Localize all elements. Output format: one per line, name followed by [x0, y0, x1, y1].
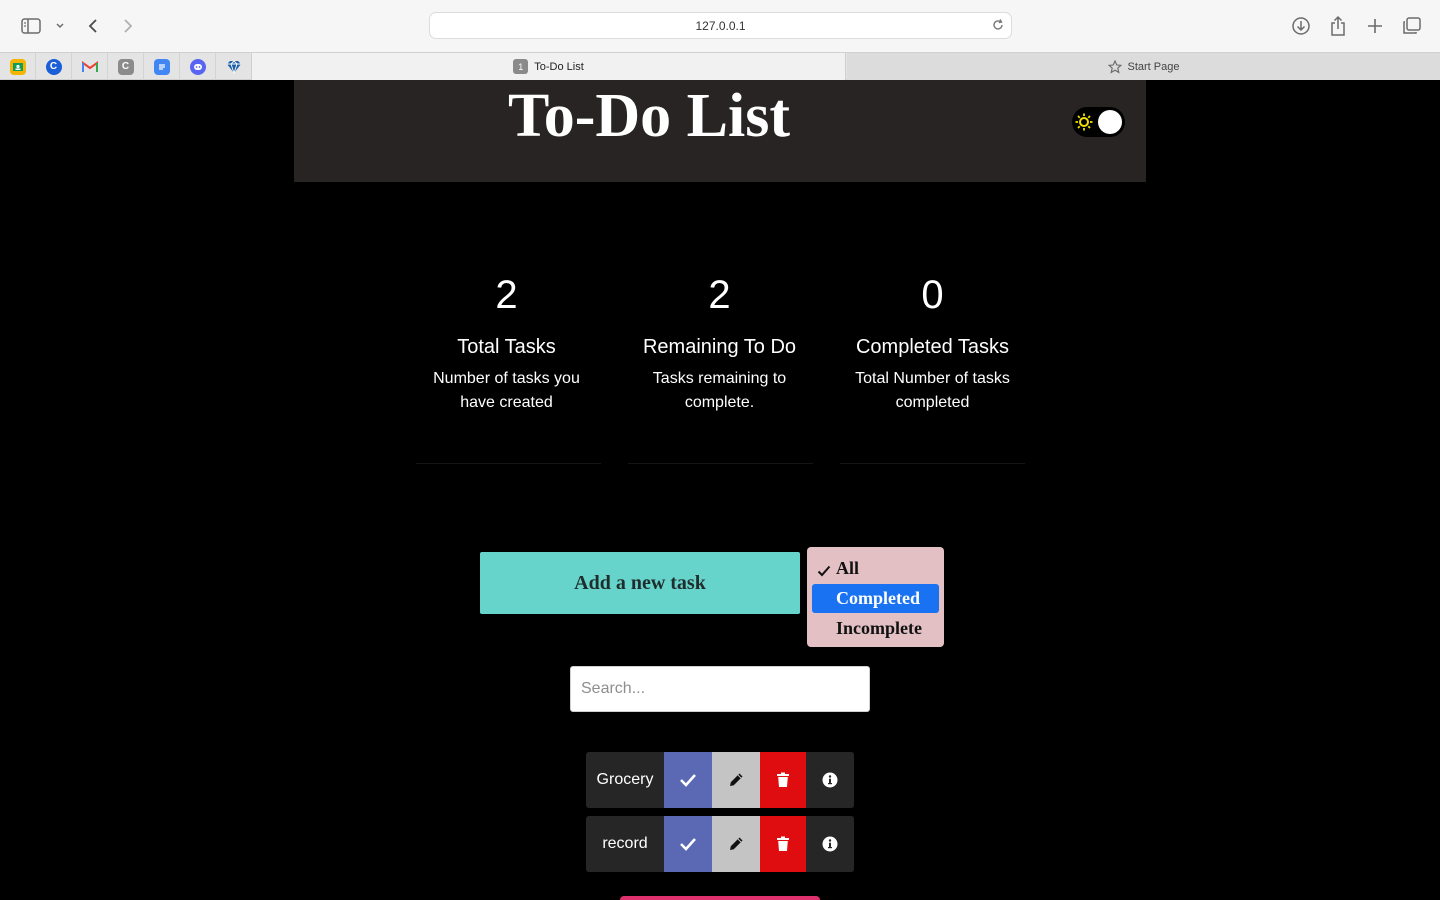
favorite-canvas[interactable]: C	[108, 53, 144, 80]
star-icon	[1107, 59, 1122, 74]
divider	[416, 463, 601, 464]
share-icon[interactable]	[1327, 14, 1349, 38]
url-text: 127.0.0.1	[695, 18, 746, 33]
download-icon[interactable]	[1290, 14, 1312, 38]
todo-page: To-Do List 2 Total Tasks Number of tasks…	[0, 80, 1440, 900]
task-info-button[interactable]	[806, 752, 854, 808]
stats-section: 2 Total Tasks Number of tasks you have c…	[400, 270, 1040, 470]
diamond-icon	[226, 59, 242, 75]
divider	[628, 463, 813, 464]
gmail-icon	[81, 59, 98, 75]
forward-icon[interactable]	[118, 14, 138, 38]
stat-value: 0	[921, 273, 944, 317]
tab-start-page[interactable]: Start Page	[847, 53, 1440, 80]
check-icon	[680, 774, 696, 787]
delete-task-button[interactable]	[760, 816, 806, 872]
tab-number-badge: 1	[513, 59, 529, 74]
search-engine-icon: C	[45, 58, 62, 75]
stat-description: Tasks remaining to complete.	[652, 370, 787, 411]
chevron-down-icon[interactable]	[53, 14, 67, 38]
browser-toolbar: 127.0.0.1	[0, 0, 1440, 52]
pencil-icon	[730, 837, 743, 850]
stat-label: Total Tasks	[457, 336, 556, 358]
back-icon[interactable]	[83, 14, 103, 38]
app-header: To-Do List	[294, 80, 1146, 182]
address-bar[interactable]: 127.0.0.1	[429, 12, 1012, 39]
favorite-search[interactable]: C	[36, 53, 72, 80]
stat-label: Completed Tasks	[855, 336, 1010, 358]
info-icon	[822, 772, 838, 788]
stat-value: 2	[495, 273, 518, 317]
discord-icon	[189, 58, 206, 75]
task-info-button[interactable]	[806, 816, 854, 872]
filter-option-all[interactable]: All	[812, 554, 939, 583]
filter-option-label: Incomplete	[836, 618, 922, 638]
stat-completed: 0 Completed Tasks Total Number of tasks …	[826, 270, 1039, 415]
tab-title: Start Page	[1127, 60, 1180, 73]
trash-icon	[777, 772, 789, 787]
add-task-button[interactable]: Add a new task	[480, 552, 800, 614]
tab-overview-icon[interactable]	[1401, 14, 1423, 38]
favorite-bookmark[interactable]	[216, 53, 252, 80]
bottom-action-button[interactable]	[620, 896, 820, 900]
task-item: record	[586, 816, 854, 872]
info-icon	[822, 836, 838, 852]
stat-label: Remaining To Do	[642, 336, 797, 358]
filter-dropdown-menu[interactable]: All Completed Incomplete	[807, 547, 944, 647]
task-name: record	[602, 835, 648, 852]
checkmark-icon	[817, 562, 831, 577]
filter-option-label: Completed	[836, 588, 920, 608]
task-item: Grocery	[586, 752, 854, 808]
tab-title: To-Do List	[534, 60, 584, 73]
filter-option-label: All	[836, 558, 860, 578]
stat-description: Number of tasks you have created	[433, 370, 580, 411]
reload-icon[interactable]	[991, 18, 1005, 35]
pencil-icon	[730, 773, 743, 786]
toggle-knob	[1098, 110, 1122, 134]
canvas-icon: C	[117, 58, 134, 75]
page-title: To-Do List	[508, 82, 790, 150]
sun-icon	[1075, 113, 1093, 131]
check-icon	[680, 838, 696, 851]
filter-option-incomplete[interactable]: Incomplete	[812, 614, 939, 643]
sidebar-toggle-icon[interactable]	[20, 14, 42, 38]
docs-icon	[153, 58, 170, 75]
classroom-icon	[9, 58, 26, 75]
stat-total-tasks: 2 Total Tasks Number of tasks you have c…	[400, 270, 613, 415]
stat-value: 2	[708, 273, 731, 317]
delete-task-button[interactable]	[760, 752, 806, 808]
tab-bar: C C 1 To-Do List Start Page	[0, 52, 1440, 80]
edit-task-button[interactable]	[712, 752, 760, 808]
new-tab-icon[interactable]	[1364, 14, 1386, 38]
theme-toggle[interactable]	[1072, 107, 1125, 137]
search-input[interactable]	[570, 666, 870, 712]
stat-remaining: 2 Remaining To Do Tasks remaining to com…	[613, 270, 826, 415]
edit-task-button[interactable]	[712, 816, 760, 872]
complete-task-button[interactable]	[664, 752, 712, 808]
stat-description: Total Number of tasks completed	[855, 370, 1010, 411]
tab-todo-list[interactable]: 1 To-Do List	[251, 53, 846, 80]
task-name: Grocery	[596, 771, 654, 788]
divider	[840, 463, 1025, 464]
favorite-docs[interactable]	[144, 53, 180, 80]
trash-icon	[777, 836, 789, 851]
filter-option-completed[interactable]: Completed	[812, 584, 939, 613]
favorite-discord[interactable]	[180, 53, 216, 80]
complete-task-button[interactable]	[664, 816, 712, 872]
favorite-google-classroom[interactable]	[0, 53, 36, 80]
favorite-gmail[interactable]	[72, 53, 108, 80]
